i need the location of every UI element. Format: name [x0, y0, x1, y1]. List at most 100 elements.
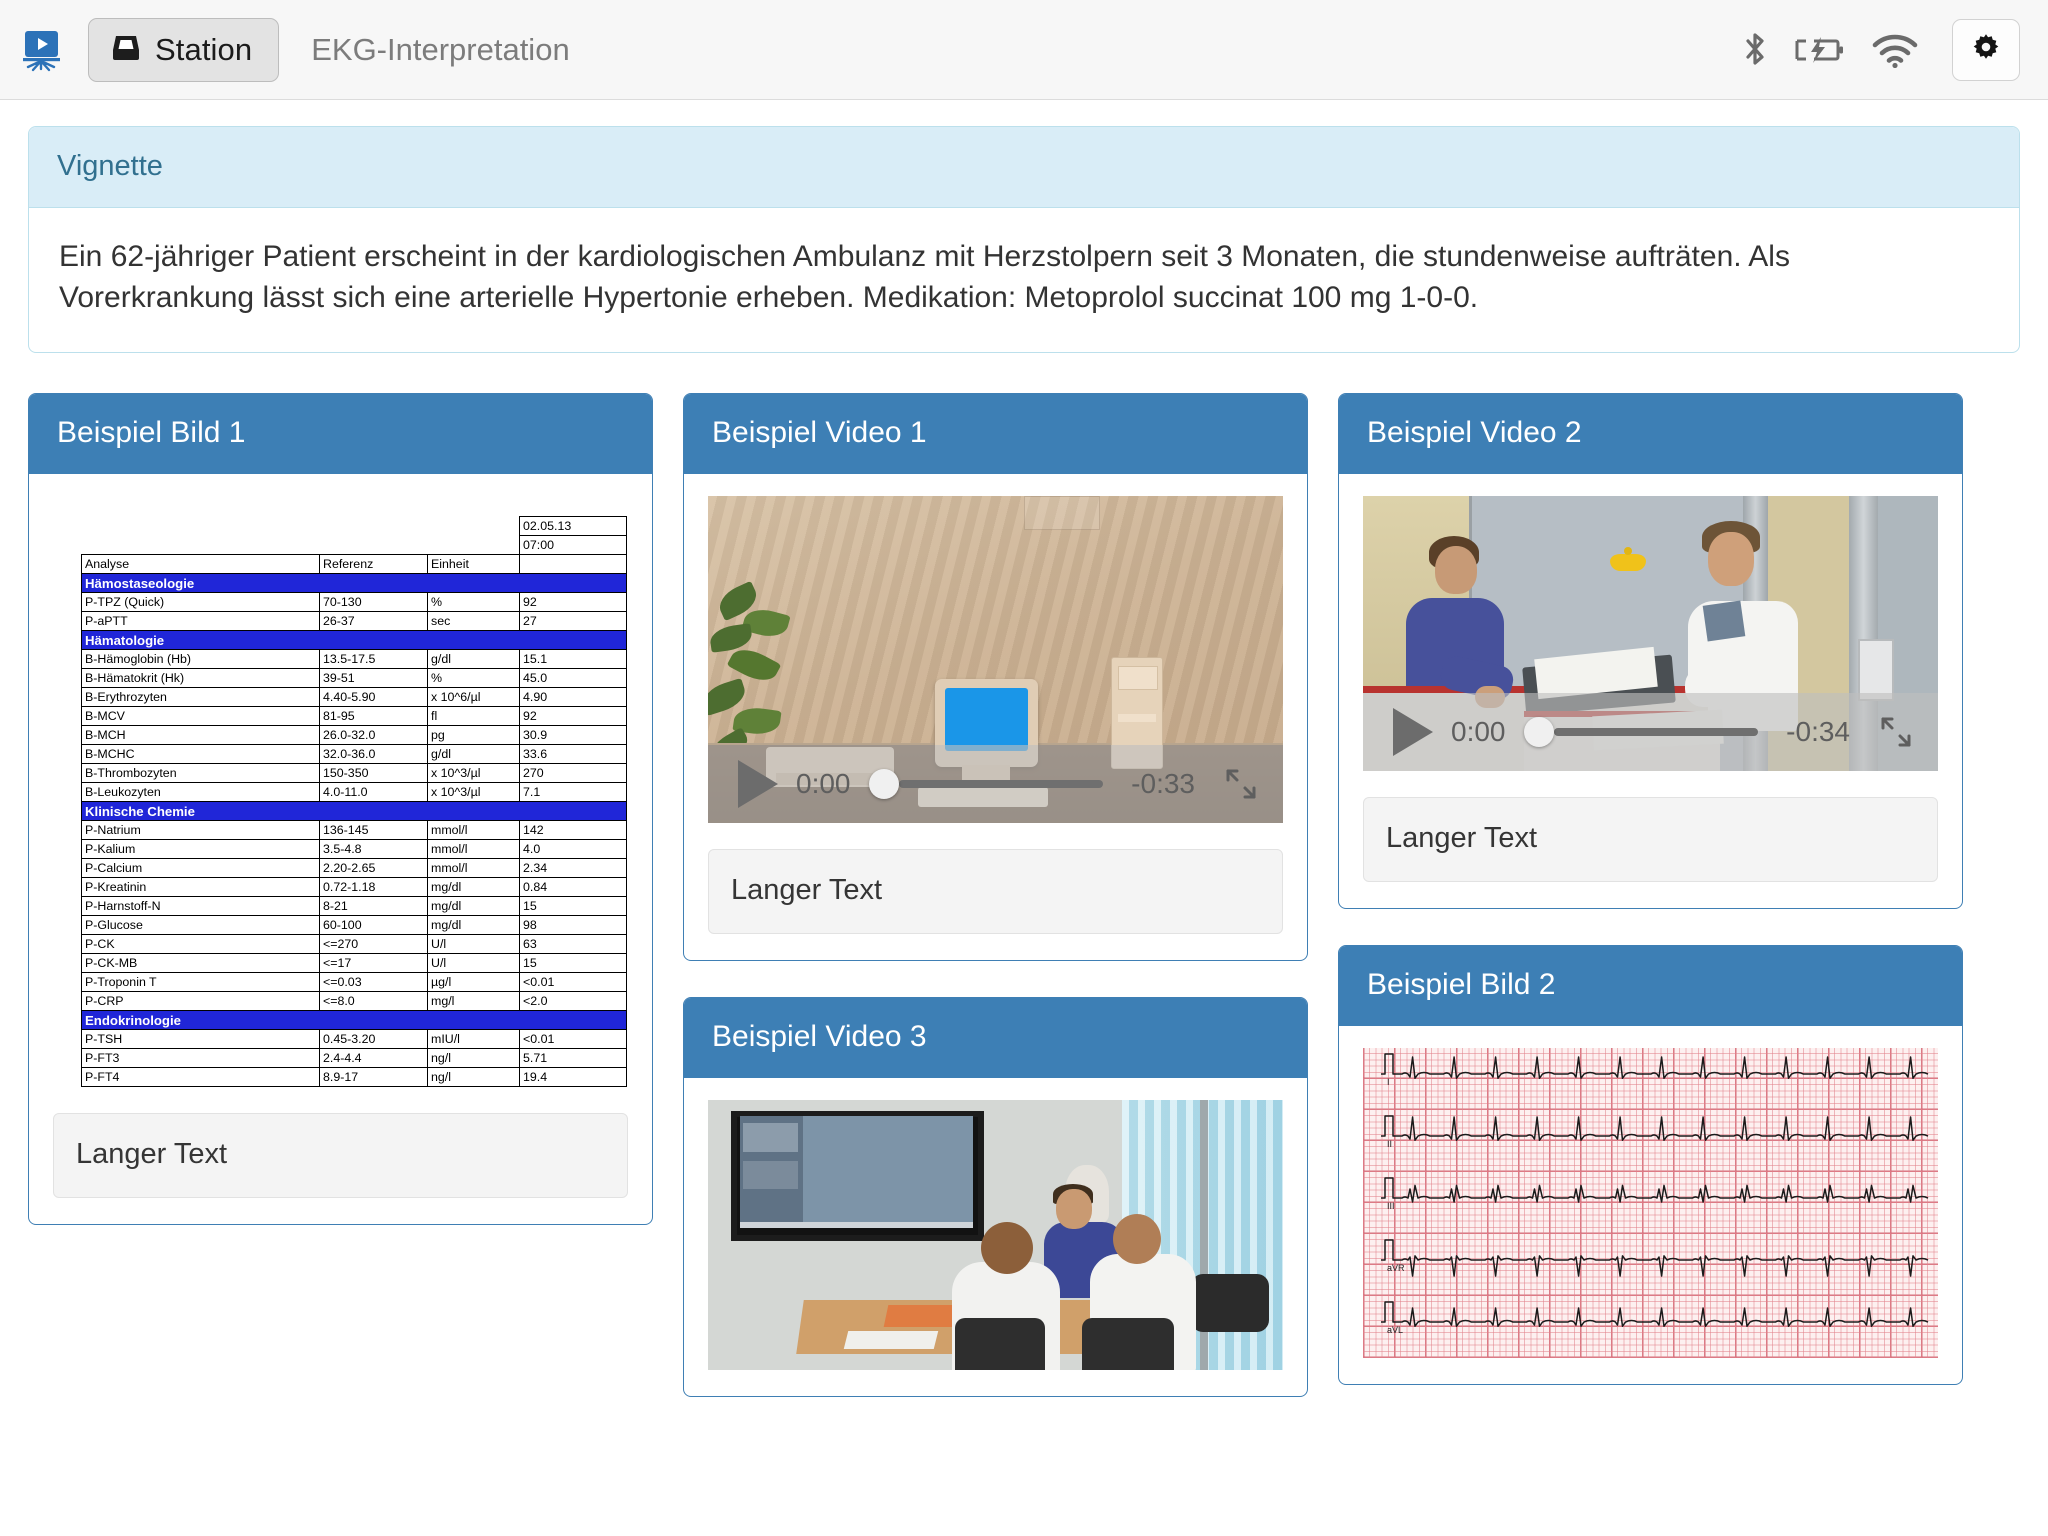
ekg-trace-iii: [1381, 1177, 1929, 1203]
card-beispiel-bild-2: Beispiel Bild 2 I II III aVR aVL: [1338, 945, 1963, 1386]
lab-data-row: P-Calcium 2.20-2.65 mmol/l 2.34: [81, 858, 627, 879]
ekg-trace-ii: [1381, 1115, 1929, 1142]
video-controls[interactable]: 0:00 -0:33: [708, 745, 1283, 824]
lab-reference: 81-95: [319, 706, 428, 727]
lab-data-row: P-FT3 2.4-4.4 ng/l 5.71: [81, 1048, 627, 1069]
ekg-image[interactable]: I II III aVR aVL: [1363, 1048, 1938, 1359]
lab-value: 270: [519, 763, 627, 784]
lab-unit: x 10^3/µl: [427, 763, 520, 784]
seek-slider[interactable]: [868, 769, 1112, 800]
vignette-heading: Vignette: [57, 150, 163, 182]
bluetooth-icon: [1742, 30, 1768, 70]
lab-value: 4.0: [519, 839, 627, 860]
card-title: Beispiel Video 3: [712, 1020, 927, 1054]
lab-analyte: P-aPTT: [81, 611, 320, 632]
inbox-tray-icon: [111, 32, 141, 67]
card-beispiel-video-2: Beispiel Video 2 0:00 -0:34 Langer Text: [1338, 393, 1963, 910]
lab-data-row: P-TPZ (Quick) 70-130% 92: [81, 592, 627, 613]
station-button[interactable]: Station: [88, 17, 280, 82]
lab-reference: 13.5-17.5: [319, 649, 428, 670]
lab-data-row: P-CK <=270 U/l 63: [81, 934, 627, 955]
settings-button[interactable]: [1952, 18, 2020, 81]
status-icon-group: [1742, 18, 2020, 81]
video-player-2[interactable]: 0:00 -0:34: [1363, 496, 1938, 772]
lab-data-row: B-Hämatokrit (Hk) 39-51% 45.0: [81, 668, 627, 689]
lab-reference: 60-100: [319, 915, 428, 936]
lab-reference: <=8.0: [319, 991, 428, 1012]
lab-data-row: B-Erythrozyten 4.40-5.90 x 10^6/µl 4.90: [81, 687, 627, 708]
lab-unit: x 10^6/µl: [427, 687, 520, 708]
lab-unit: g/dl: [427, 649, 520, 670]
current-time: 0:00: [796, 768, 851, 800]
video-thumbnail-lecture-room: [708, 1100, 1283, 1371]
lab-reference: 32.0-36.0: [319, 744, 428, 765]
lab-analyte: B-MCH: [81, 725, 320, 746]
seek-slider[interactable]: [1523, 717, 1767, 748]
lab-section-row: Endokrinologie: [81, 1010, 627, 1031]
grid-column-1: Beispiel Bild 1 02.05.13 07:00 Analyse Refe…: [28, 393, 653, 1226]
card-beispiel-video-1: Beispiel Video 1 0:00 -0:33 Langer Text: [683, 393, 1308, 962]
card-body: [684, 1078, 1307, 1396]
video-player-3[interactable]: [708, 1100, 1283, 1371]
lab-unit: pg: [427, 725, 520, 746]
lab-data-row: P-Kreatinin 0.72-1.18 mg/dl 0.84: [81, 877, 627, 898]
lab-value: 4.90: [519, 687, 627, 708]
play-icon[interactable]: [738, 760, 778, 809]
lab-value: 33.6: [519, 744, 627, 765]
lab-analyte: P-CK-MB: [81, 953, 320, 974]
lab-section-label: Endokrinologie: [81, 1010, 627, 1031]
lab-reference: 8.9-17: [319, 1067, 428, 1088]
wifi-icon: [1870, 32, 1920, 68]
lab-value: <2.0: [519, 991, 627, 1012]
vignette-text: Ein 62-jähriger Patient erscheint in der…: [59, 240, 1790, 315]
lab-analyte: P-FT3: [81, 1048, 320, 1069]
lab-value: 15: [519, 953, 627, 974]
lab-analyte: P-CK: [81, 934, 320, 955]
long-text-box[interactable]: Langer Text: [53, 1113, 628, 1199]
vignette-panel: Vignette Ein 62-jähriger Patient erschei…: [28, 126, 2020, 354]
lab-value: 45.0: [519, 668, 627, 689]
lab-unit: mmol/l: [427, 839, 520, 860]
vignette-header: Vignette: [29, 127, 2019, 208]
seek-knob[interactable]: [868, 769, 899, 800]
lab-data-row: B-MCH 26.0-32.0 pg 30.9: [81, 725, 627, 746]
lab-unit: sec: [427, 611, 520, 632]
lab-header-row: Analyse Referenz Einheit: [81, 554, 627, 575]
lab-reference: 2.4-4.4: [319, 1048, 428, 1069]
lab-column-header: Referenz: [319, 554, 428, 575]
lab-reference: 3.5-4.8: [319, 839, 428, 860]
video-player-1[interactable]: 0:00 -0:33: [708, 496, 1283, 824]
lab-value: 15.1: [519, 649, 627, 670]
ekg-traces: IIIIIIaVRaVL: [1381, 1053, 1929, 1335]
video-controls[interactable]: 0:00 -0:34: [1363, 693, 1938, 772]
lab-data-row: B-MCV 81-95 fl 92: [81, 706, 627, 727]
lab-analyte: B-Erythrozyten: [81, 687, 320, 708]
lab-date: 02.05.13: [519, 516, 627, 537]
lab-report-image[interactable]: 02.05.13 07:00 Analyse Referenz Einheit Hämos…: [53, 496, 628, 1088]
play-icon[interactable]: [1393, 708, 1433, 757]
lab-analyte: P-Natrium: [81, 820, 320, 841]
card-header: Beispiel Video 2: [1339, 394, 1962, 475]
card-header: Beispiel Bild 1: [29, 394, 652, 475]
card-title: Beispiel Bild 2: [1367, 968, 1556, 1002]
lab-value: 92: [519, 706, 627, 727]
lab-unit: mg/dl: [427, 877, 520, 898]
lab-reference: 26-37: [319, 611, 428, 632]
lab-analyte: P-Harnstoff-N: [81, 896, 320, 917]
lab-data-row: P-Harnstoff-N 8-21 mg/dl 15: [81, 896, 627, 917]
long-text-box[interactable]: Langer Text: [1363, 797, 1938, 883]
lab-unit: mg/dl: [427, 915, 520, 936]
lab-value: 63: [519, 934, 627, 955]
lab-report-table: 02.05.13 07:00 Analyse Referenz Einheit Hämos…: [81, 516, 627, 1088]
seek-knob[interactable]: [1523, 717, 1554, 748]
long-text-box[interactable]: Langer Text: [708, 849, 1283, 935]
remaining-time: -0:33: [1131, 768, 1195, 800]
ekg-trace-avr: [1381, 1239, 1929, 1277]
lab-reference: <=0.03: [319, 972, 428, 993]
lab-data-row: B-Leukozyten 4.0-11.0 x 10^3/µl 7.1: [81, 782, 627, 803]
lab-data-row: P-aPTT 26-37 sec 27: [81, 611, 627, 632]
lab-reference: 4.40-5.90: [319, 687, 428, 708]
fullscreen-icon[interactable]: [1221, 764, 1261, 804]
fullscreen-icon[interactable]: [1876, 712, 1916, 752]
lab-section-row: Klinische Chemie: [81, 801, 627, 822]
